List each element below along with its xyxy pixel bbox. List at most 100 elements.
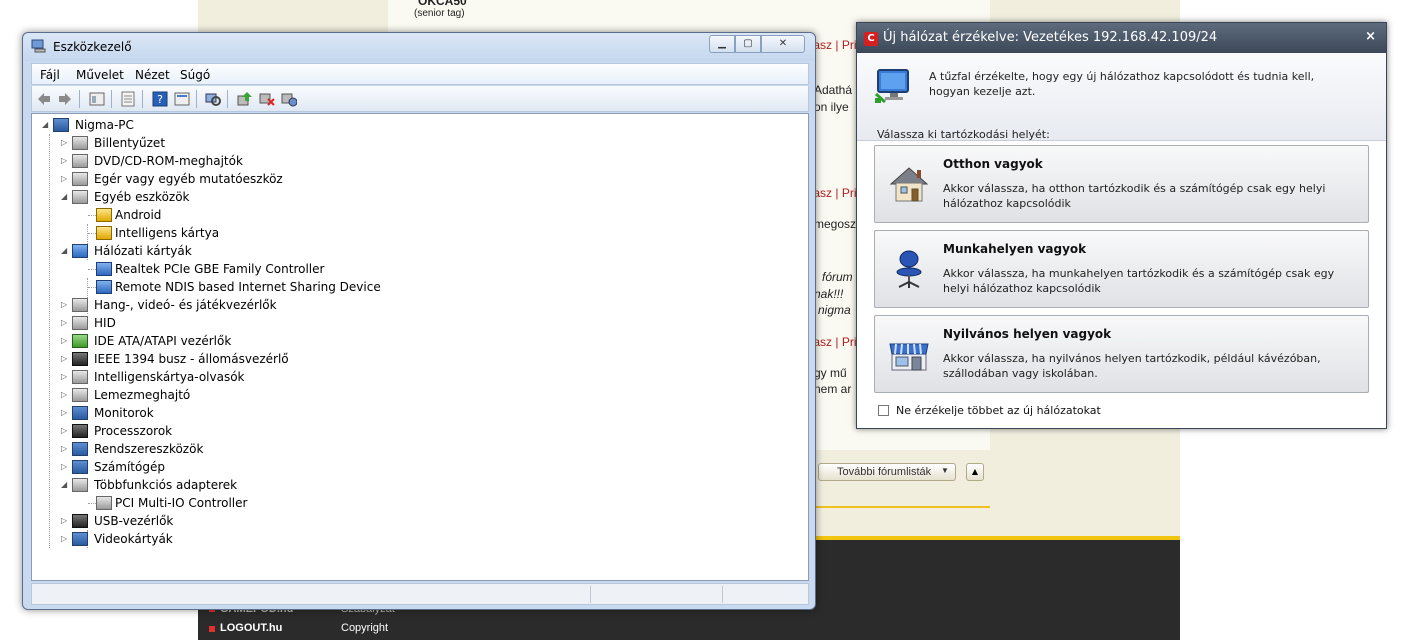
collapsed-arrow-icon[interactable]: ▷ [61, 337, 69, 345]
private-link-label[interactable]: Privát [842, 186, 856, 200]
dont-detect-checkbox[interactable] [878, 405, 889, 416]
reply-link-label: Válasz [816, 335, 833, 349]
choice-title: Munkahelyen vagyok [943, 242, 1087, 256]
menu-file[interactable]: Fájl [40, 68, 60, 82]
collapsed-arrow-icon[interactable]: ▷ [61, 139, 69, 147]
chevron-up-icon: ▲ [971, 467, 979, 476]
footer-link[interactable]: LOGOUT.hu [220, 622, 282, 634]
collapsed-arrow-icon[interactable]: ▷ [61, 157, 69, 165]
post-text: Adathá [814, 83, 853, 97]
multifunction-adapter-icon [72, 478, 88, 492]
help-icon[interactable]: ? [152, 91, 168, 107]
reply-link[interactable]: Válasz | Privát [816, 38, 856, 52]
title-bar[interactable]: Eszközkezelő ▁ ▢ ✕ [23, 33, 815, 61]
collapsed-arrow-icon[interactable]: ▷ [61, 409, 69, 417]
expanded-arrow-icon[interactable]: ◢ [61, 193, 69, 201]
scroll-top-button[interactable]: ▲ [966, 463, 984, 481]
private-link-label[interactable]: Privát [842, 335, 856, 349]
tree-node[interactable]: ▷ HID [32, 314, 802, 332]
tree-node[interactable]: PCI Multi-IO Controller [32, 494, 802, 512]
menu-action[interactable]: Művelet [76, 68, 124, 82]
private-link-label[interactable]: Privát [842, 38, 856, 52]
mouse-icon [72, 172, 88, 186]
tree-node[interactable]: ▷ USB-vezérlők [32, 512, 802, 530]
device-tree[interactable]: ◢ Nigma-PC ▷ Billentyűzet ▷ DVD/CD-ROM-meghaj… [31, 113, 809, 581]
menu-view[interactable]: Nézet [135, 68, 170, 82]
uninstall-icon[interactable] [259, 91, 275, 107]
reply-link[interactable]: Válasz | Privát [816, 335, 856, 349]
choice-public[interactable]: Nyilvános helyen vagyok Akkor válassza, … [874, 315, 1369, 393]
comodo-logo-icon: C [864, 32, 878, 46]
view-icon[interactable] [174, 91, 190, 107]
tree-node[interactable]: Intelligens kártya [32, 224, 802, 242]
collapsed-arrow-icon[interactable]: ▷ [61, 445, 69, 453]
tree-node-label: Realtek PCIe GBE Family Controller [115, 262, 325, 276]
tree-node[interactable]: ◢ Nigma-PC [32, 116, 802, 134]
footer-link[interactable]: Copyright [341, 622, 388, 634]
tree-node-label: Intelligenskártya-olvasók [94, 370, 245, 384]
back-arrow-icon[interactable] [36, 91, 52, 107]
collapsed-arrow-icon[interactable]: ▷ [61, 427, 69, 435]
tree-connector [88, 269, 96, 270]
scan-hardware-icon[interactable] [205, 91, 221, 107]
tree-node[interactable]: ▷ Intelligenskártya-olvasók [32, 368, 802, 386]
house-icon [889, 167, 929, 202]
tree-node[interactable]: ◢ Többfunkciós adapterek [32, 476, 802, 494]
tree-node[interactable]: Remote NDIS based Internet Sharing Devic… [32, 278, 802, 296]
tree-node-label: Processzorok [94, 424, 173, 438]
tree-node-label: Nigma-PC [75, 118, 134, 132]
tree-node[interactable]: ▷ Videokártyák [32, 530, 802, 548]
collapsed-arrow-icon[interactable]: ▷ [61, 373, 69, 381]
properties-icon[interactable] [120, 91, 136, 107]
reply-link[interactable]: Válasz | Privát [816, 186, 856, 200]
forward-arrow-icon[interactable] [57, 91, 73, 107]
choice-home[interactable]: Otthon vagyok Akkor válassza, ha otthon … [874, 145, 1369, 223]
firewall-network-dialog[interactable]: C Új hálózat érzékelve: Vezetékes 192.16… [856, 22, 1387, 429]
disable-device-icon[interactable] [281, 91, 297, 107]
tree-connector [88, 215, 96, 216]
tree-node[interactable]: ▷ Számítógép [32, 458, 802, 476]
tree-node[interactable]: ◢ Egyéb eszközök [32, 188, 802, 206]
tree-node[interactable]: ▷ DVD/CD-ROM-meghajtók [32, 152, 802, 170]
expanded-arrow-icon[interactable]: ◢ [61, 481, 69, 489]
warning-device-icon [96, 226, 112, 240]
collapsed-arrow-icon[interactable]: ▷ [61, 535, 69, 543]
maximize-button[interactable]: ▢ [735, 35, 761, 53]
expanded-arrow-icon[interactable]: ◢ [61, 247, 69, 255]
collapsed-arrow-icon[interactable]: ▷ [61, 391, 69, 399]
collapsed-arrow-icon[interactable]: ▷ [61, 175, 69, 183]
office-chair-icon [896, 250, 922, 288]
device-manager-window[interactable]: Eszközkezelő ▁ ▢ ✕ Fájl Művelet Nézet Sú… [22, 32, 816, 610]
expanded-arrow-icon[interactable]: ◢ [42, 121, 50, 129]
tree-node[interactable]: Android [32, 206, 802, 224]
collapsed-arrow-icon[interactable]: ▷ [61, 463, 69, 471]
close-button[interactable]: × [1365, 29, 1376, 44]
tree-node[interactable]: ◢ Hálózati kártyák [32, 242, 802, 260]
tree-node[interactable]: ▷ IEEE 1394 busz - állomásvezérlő [32, 350, 802, 368]
post-text: nem ar [814, 382, 852, 396]
menu-help[interactable]: Súgó [180, 68, 210, 82]
tree-node[interactable]: ▷ Billentyűzet [32, 134, 802, 152]
collapsed-arrow-icon[interactable]: ▷ [61, 355, 69, 363]
collapsed-arrow-icon[interactable]: ▷ [61, 517, 69, 525]
collapsed-arrow-icon[interactable]: ▷ [61, 319, 69, 327]
collapsed-arrow-icon[interactable]: ▷ [61, 301, 69, 309]
minimize-button[interactable]: ▁ [709, 35, 735, 53]
properties-view-icon[interactable] [89, 91, 105, 107]
post-text: gy mű [814, 366, 847, 380]
choice-work[interactable]: Munkahelyen vagyok Akkor válassza, ha mu… [874, 230, 1369, 308]
tree-node[interactable]: ▷ Rendszereszközök [32, 440, 802, 458]
status-divider [722, 586, 723, 603]
tree-node[interactable]: ▷ Monitorok [32, 404, 802, 422]
speaker-icon [72, 298, 88, 312]
tree-node[interactable]: ▷ Egér vagy egyéb mutatóeszköz [32, 170, 802, 188]
tree-node[interactable]: ▷ IDE ATA/ATAPI vezérlők [32, 332, 802, 350]
user-name[interactable]: OKCA50 [418, 0, 467, 8]
close-button[interactable]: ✕ [761, 35, 805, 53]
tree-node[interactable]: ▷ Hang-, videó- és játékvezérlők [32, 296, 802, 314]
tree-node[interactable]: ▷ Processzorok [32, 422, 802, 440]
forum-lists-dropdown[interactable]: További fórumlisták ▼ [818, 463, 956, 481]
tree-node[interactable]: ▷ Lemezmeghajtó [32, 386, 802, 404]
update-driver-icon[interactable] [237, 91, 253, 107]
tree-node[interactable]: Realtek PCIe GBE Family Controller [32, 260, 802, 278]
